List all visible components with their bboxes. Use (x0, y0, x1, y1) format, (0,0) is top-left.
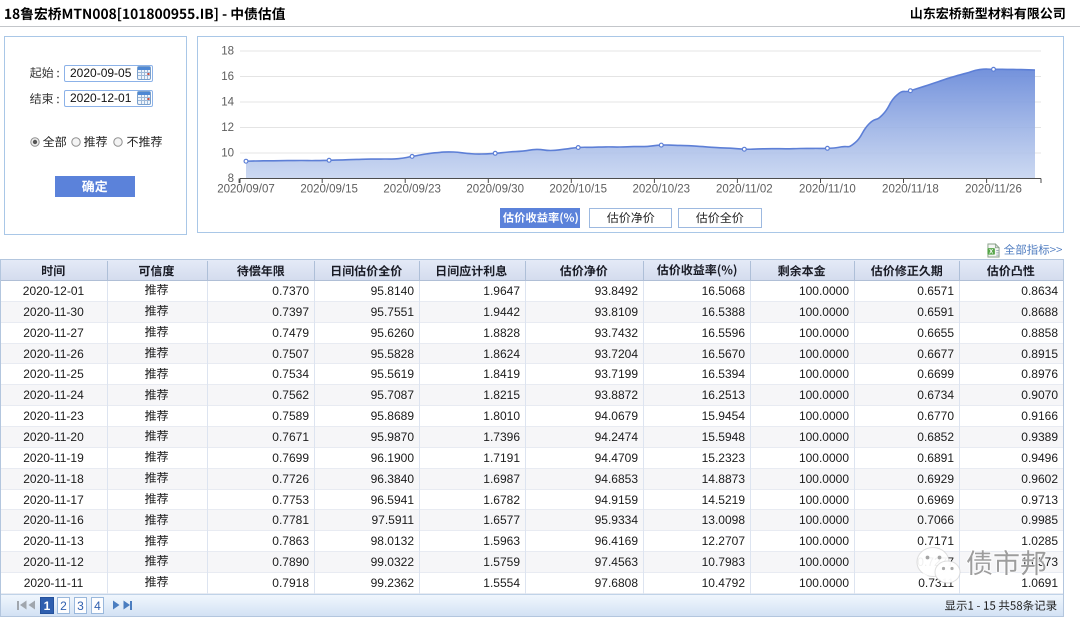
svg-text:2020/09/23: 2020/09/23 (383, 184, 441, 196)
svg-text:2020/09/15: 2020/09/15 (300, 184, 358, 196)
svg-text:2020/11/02: 2020/11/02 (716, 184, 773, 196)
svg-text:X: X (989, 250, 993, 256)
svg-text:14: 14 (221, 97, 234, 109)
svg-text:2020/09/07: 2020/09/07 (217, 184, 275, 196)
svg-text:10: 10 (221, 148, 234, 160)
svg-text:2020/11/10: 2020/11/10 (799, 184, 856, 196)
svg-text:12: 12 (221, 122, 234, 134)
svg-text:2020/10/15: 2020/10/15 (549, 184, 607, 196)
svg-text:16: 16 (221, 71, 234, 83)
svg-text:2020/10/23: 2020/10/23 (633, 184, 691, 196)
svg-text:2020/09/30: 2020/09/30 (466, 184, 524, 196)
svg-text:2020/11/18: 2020/11/18 (882, 184, 939, 196)
svg-text:2020/11/26: 2020/11/26 (965, 184, 1022, 196)
svg-text:18: 18 (221, 46, 234, 58)
